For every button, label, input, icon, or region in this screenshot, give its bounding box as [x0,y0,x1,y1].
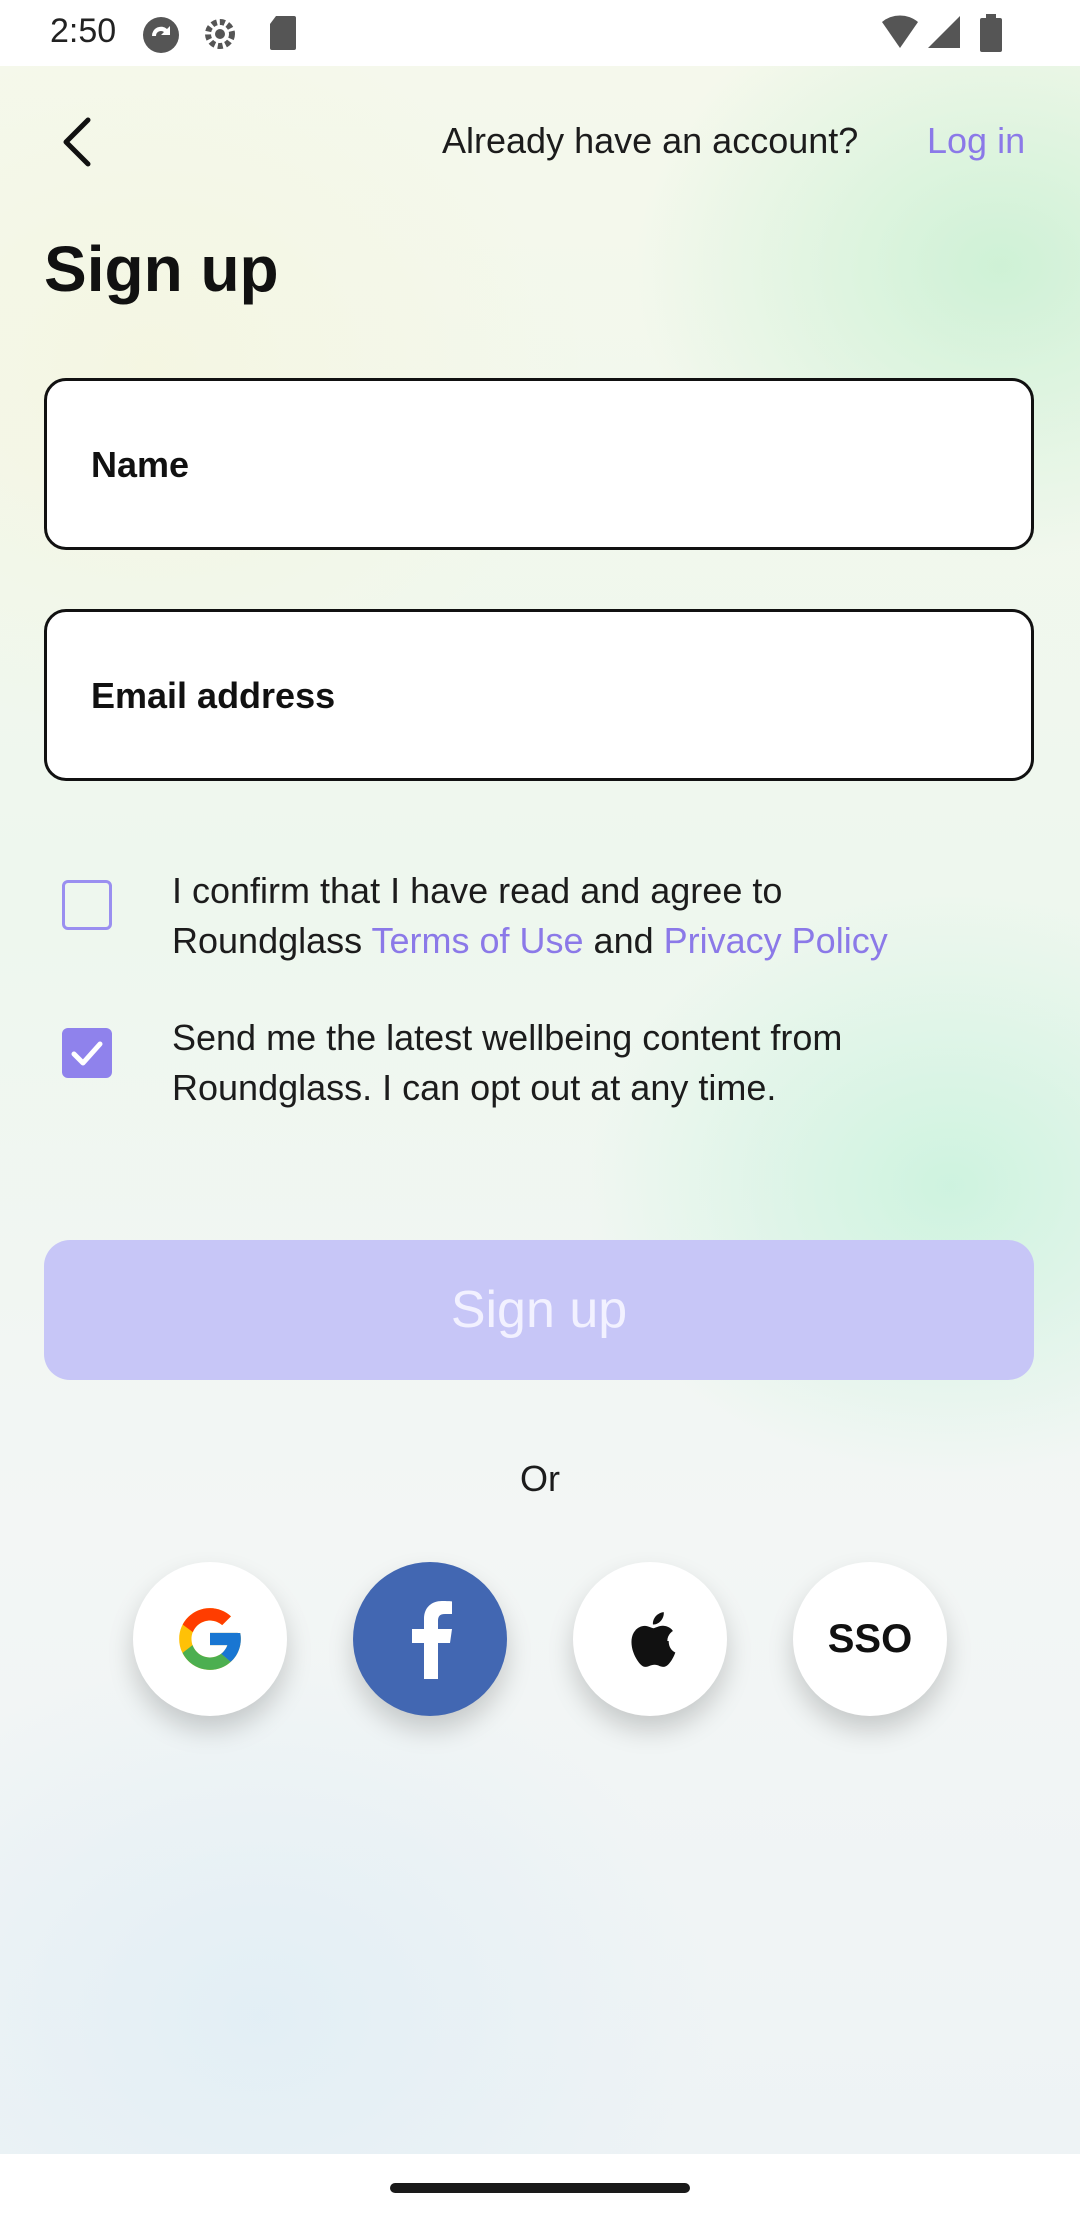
already-have-account-text: Already have an account? [442,120,859,161]
settings-gear-icon [205,19,235,49]
terms-consent-text: I confirm that I have read and agree to … [172,866,1032,966]
privacy-policy-link[interactable]: Privacy Policy [664,920,888,961]
wifi-icon [882,15,918,49]
facebook-signin-button[interactable] [353,1562,507,1716]
terms-of-use-link[interactable]: Terms of Use [371,920,583,961]
terms-prefix: Roundglass [172,920,363,961]
newsletter-checkbox[interactable] [62,1028,112,1078]
page-title: Sign up [44,233,279,305]
email-input[interactable] [89,612,993,780]
sso-signin-button[interactable]: SSO [793,1562,947,1716]
login-link[interactable]: Log in [927,120,1025,162]
newsletter-consent-text: Send me the latest wellbeing content fro… [172,1017,843,1108]
terms-line1: I confirm that I have read and agree to [172,870,783,911]
status-bar: 2:50 [0,0,1080,66]
terms-and-text: and [593,920,654,961]
battery-icon [980,14,1002,52]
or-divider-text: Or [520,1458,560,1499]
name-input[interactable] [89,381,993,549]
sync-icon [143,17,179,53]
back-arrow-icon[interactable] [50,112,110,172]
facebook-icon [412,1601,452,1679]
apple-signin-button[interactable] [573,1562,727,1716]
signal-icon [928,16,960,48]
terms-checkbox[interactable] [62,880,112,930]
sso-label: SSO [827,1616,913,1661]
status-time: 2:50 [50,12,117,50]
email-field[interactable] [44,609,1034,781]
sd-card-icon [270,16,296,50]
name-field[interactable] [44,378,1034,550]
checkmark-icon [71,1041,103,1066]
apple-icon [631,1612,676,1667]
google-icon [179,1608,241,1670]
google-signin-button[interactable] [133,1562,287,1716]
signup-button[interactable]: Sign up [44,1240,1034,1380]
home-indicator[interactable] [390,2183,690,2193]
